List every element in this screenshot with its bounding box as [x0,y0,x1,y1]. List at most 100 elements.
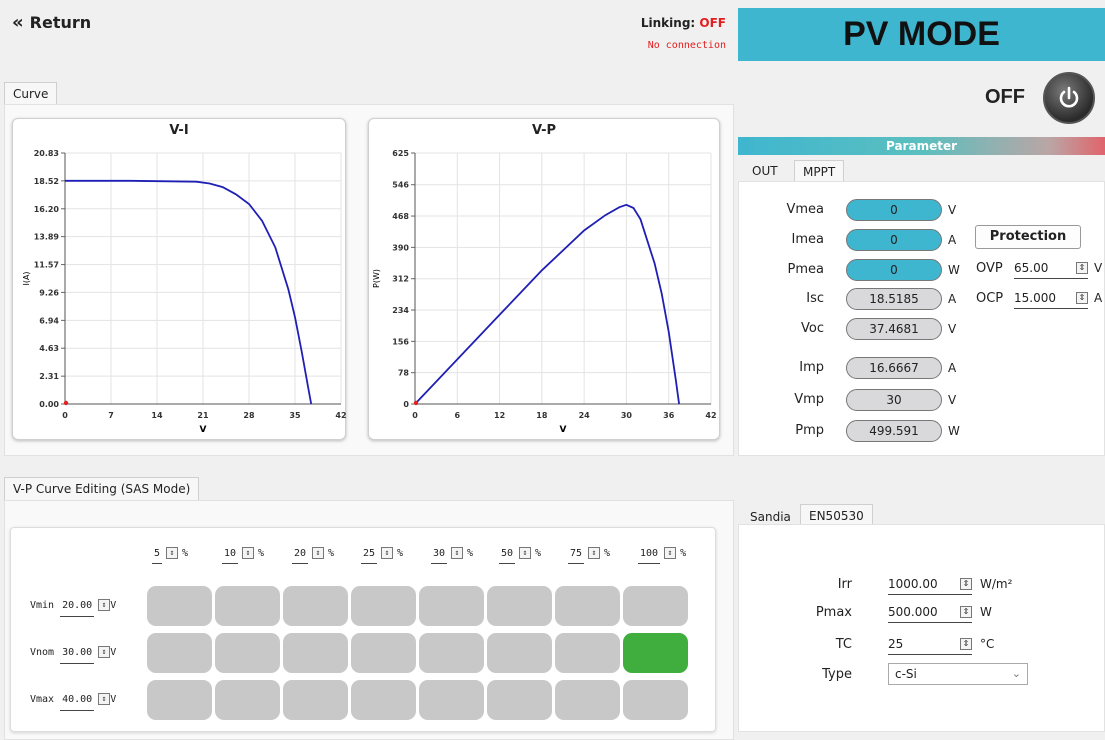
y-tick-label: 18.52 [34,177,59,186]
ovp-spinner-icon[interactable]: ⇕ [1076,262,1088,274]
field-spinner-icon[interactable]: ⇕ [960,638,972,650]
percent-spinner-icon[interactable]: ⇕ [381,547,394,559]
row-vmin: Vmin 20.00 ⇕ V [30,596,116,617]
param-label-imea: Imea [791,232,824,247]
field-input-pmax[interactable]: 500.000 ⇕ [888,601,972,623]
percent-input-75[interactable]: 75 ⇕% [568,545,611,564]
sas-cell[interactable] [147,586,212,626]
field-spinner-icon[interactable]: ⇕ [960,578,972,590]
operating-point [413,400,419,406]
power-button[interactable] [1043,72,1095,124]
percent-spinner-icon[interactable]: ⇕ [242,547,255,559]
sas-cell[interactable] [487,586,552,626]
param-value-vmp: 30 [846,389,942,411]
sas-cell[interactable] [623,680,688,720]
sas-cell[interactable] [351,633,416,673]
ocp-input[interactable]: 15.000 ⇕ [1014,287,1088,309]
percent-spinner-icon[interactable]: ⇕ [451,547,464,559]
sas-cell[interactable] [555,586,620,626]
sas-cell[interactable] [623,633,688,673]
ocp-spinner-icon[interactable]: ⇕ [1076,292,1088,304]
param-value-imp: 16.6667 [846,357,942,379]
field-input-tc[interactable]: 25 ⇕ [888,633,972,655]
y-tick-label: 4.63 [39,344,59,353]
percent-input-100[interactable]: 100 ⇕% [638,545,686,564]
protection-button[interactable]: Protection [975,225,1081,249]
percent-value: 20 [292,545,309,564]
sas-cell[interactable] [351,586,416,626]
sas-cell[interactable] [419,586,484,626]
param-label-pmp: Pmp [795,423,824,438]
field-unit-pmax: W [980,605,992,619]
x-axis-label: V [200,425,207,435]
param-value-isc: 18.5185 [846,288,942,310]
sas-cell[interactable] [215,586,280,626]
row-spinner-icon[interactable]: ⇕ [98,693,111,705]
y-tick-label: 11.57 [34,261,59,270]
double-chevron-left-icon: « [12,12,24,33]
row-spinner-icon[interactable]: ⇕ [98,599,111,611]
percent-unit: % [467,548,474,559]
sas-cell[interactable] [623,586,688,626]
percent-spinner-icon[interactable]: ⇕ [519,547,532,559]
sas-cell[interactable] [283,586,348,626]
row-value-input[interactable]: 40.00 [60,690,95,711]
percent-input-25[interactable]: 25 ⇕% [361,545,404,564]
sas-cell[interactable] [555,633,620,673]
percent-input-50[interactable]: 50 ⇕% [499,545,542,564]
row-value-input[interactable]: 30.00 [60,643,95,664]
tab-out[interactable]: OUT [744,160,786,182]
percent-unit: % [182,548,189,559]
sas-cell[interactable] [215,680,280,720]
type-select[interactable]: c-Si ⌄ [888,663,1028,685]
chart-grid [411,152,712,405]
row-value-input[interactable]: 20.00 [60,596,95,617]
sas-cell[interactable] [351,680,416,720]
y-tick-label: 0 [403,400,409,409]
x-tick-label: 42 [705,411,716,420]
percent-spinner-icon[interactable]: ⇕ [312,547,325,559]
percent-value: 10 [222,545,239,564]
tab-curve[interactable]: Curve [4,82,58,105]
field-input-irr[interactable]: 1000.00 ⇕ [888,573,972,595]
sas-cell[interactable] [215,633,280,673]
percent-input-30[interactable]: 30 ⇕% [431,545,474,564]
ovp-input[interactable]: 65.00 ⇕ [1014,257,1088,279]
percent-spinner-icon[interactable]: ⇕ [664,547,677,559]
sas-cell[interactable] [147,680,212,720]
sas-cell[interactable] [419,633,484,673]
row-label: Vnom [30,647,55,658]
tab-sas-editing[interactable]: V-P Curve Editing (SAS Mode) [4,477,200,500]
percent-input-10[interactable]: 10 ⇕% [222,545,264,564]
linking-state: OFF [699,16,726,30]
field-unit-tc: °C [980,637,995,651]
percent-spinner-icon[interactable]: ⇕ [166,547,179,559]
field-spinner-icon[interactable]: ⇕ [960,606,972,618]
y-tick-label: 20.83 [34,149,59,158]
sas-cell[interactable] [419,680,484,720]
y-tick-label: 13.89 [34,233,60,242]
ocp-label: OCP [976,291,1004,306]
type-value: c-Si [895,667,917,681]
sas-cell[interactable] [283,633,348,673]
ovp-value: 65.00 [1014,261,1049,275]
return-button[interactable]: « Return [12,12,91,33]
y-tick-label: 546 [392,181,409,190]
percent-unit: % [535,548,542,559]
vp-chart-card: V-P 0 6 12 18 24 30 36 42 0 78 156 234 312 390 468 546 6… [368,118,720,440]
percent-spinner-icon[interactable]: ⇕ [588,547,601,559]
sas-cell[interactable] [555,680,620,720]
percent-unit: % [604,548,611,559]
sas-cell[interactable] [487,633,552,673]
percent-input-20[interactable]: 20 ⇕% [292,545,334,564]
percent-unit: % [397,548,404,559]
tab-mppt[interactable]: MPPT [794,160,845,183]
field-unit-irr: W/m² [980,577,1013,591]
sas-cell[interactable] [147,633,212,673]
row-spinner-icon[interactable]: ⇕ [98,646,111,658]
sas-cell[interactable] [487,680,552,720]
ovp-unit: V [1094,261,1103,275]
percent-input-5[interactable]: 5 ⇕% [152,545,189,564]
field-value: 25 [888,637,904,651]
sas-cell[interactable] [283,680,348,720]
